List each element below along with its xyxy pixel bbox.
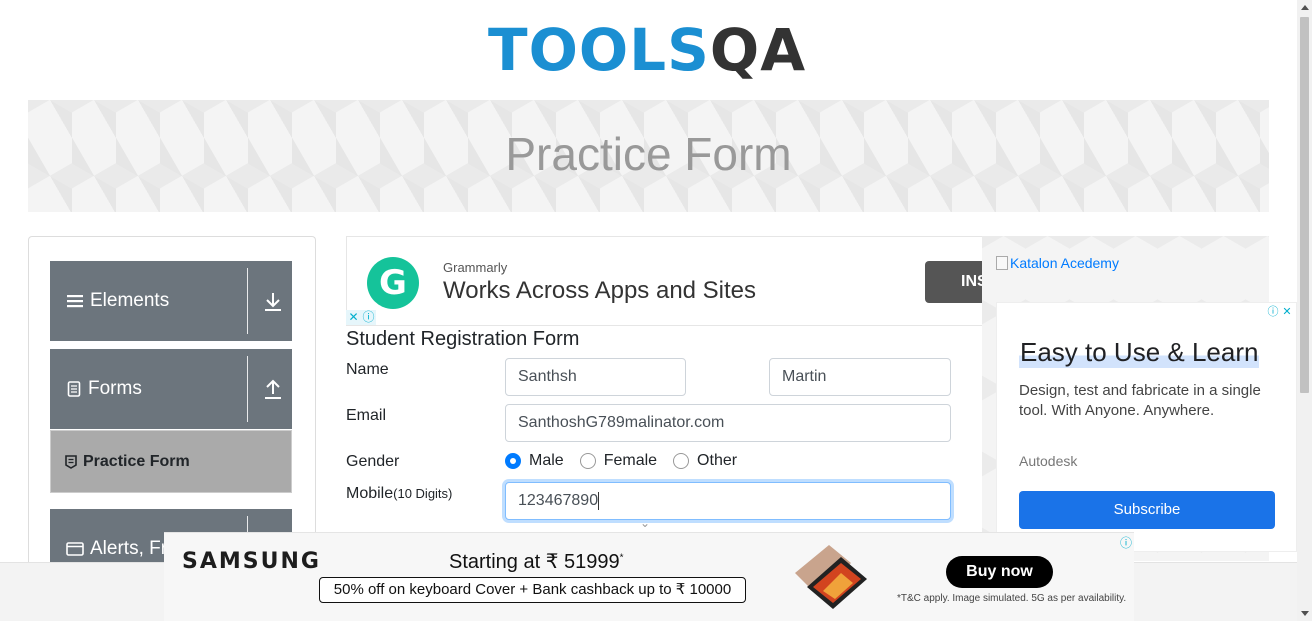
page-scrollbar[interactable]: [1297, 0, 1312, 621]
sidebar: Elements Forms Practice Form Alerts, Fr: [28, 236, 316, 589]
first-name-input[interactable]: Santhsh: [505, 358, 686, 396]
autodesk-ad[interactable]: ⓘ ✕ Easy to Use & Learn Design, test and …: [996, 302, 1297, 552]
tablet-image: [795, 545, 867, 609]
ad-close-icon[interactable]: ✕: [346, 310, 361, 325]
mobile-label-text: Mobile: [346, 485, 394, 502]
menu-icon: [67, 295, 83, 308]
form-icon: [65, 455, 77, 469]
buy-now-button[interactable]: Buy now: [946, 556, 1053, 588]
gender-radio-other[interactable]: Other: [673, 452, 737, 470]
sidebar-group-label: Forms: [66, 378, 142, 400]
sidebar-group-elements-label: Elements: [90, 290, 170, 311]
name-label: Name: [346, 361, 389, 378]
page-banner: Practice Form: [28, 100, 1269, 212]
ad-body: Design, test and fabricate in a single t…: [1019, 382, 1261, 419]
form-title: Student Registration Form: [346, 328, 580, 350]
scroll-down-arrow-icon[interactable]: [1301, 611, 1309, 616]
last-name-input[interactable]: Martin: [769, 358, 951, 396]
ad-info-icon[interactable]: ⓘ: [1266, 305, 1280, 319]
sidebar-item-practice-form-label: Practice Form: [83, 453, 190, 470]
ad-headline: Works Across Apps and Sites: [443, 277, 757, 304]
scrollbar-thumb[interactable]: [1300, 17, 1309, 393]
sidebar-group-alerts-label: Alerts, Fr: [90, 538, 168, 559]
divider: [247, 268, 248, 334]
radio-checked-icon[interactable]: [505, 453, 521, 469]
email-input[interactable]: SanthoshG789malinator.com: [505, 404, 951, 442]
ad-price-headline: Starting at ₹ 51999*: [449, 549, 624, 574]
page-title: Practice Form: [505, 128, 792, 180]
logo-text-tools: TOOLS: [488, 16, 710, 84]
ad-price-text: Starting at ₹ 51999: [449, 551, 620, 573]
ad-info-icon[interactable]: ⓘ: [1120, 534, 1132, 551]
radio-unchecked-icon[interactable]: [579, 453, 596, 469]
ad-brand: Autodesk: [1019, 453, 1078, 469]
chevron-down-icon: ⌄: [640, 516, 651, 530]
samsung-logo: SAMSUNG: [182, 549, 321, 574]
window-icon: [66, 542, 84, 556]
gender-radio-male[interactable]: Male: [505, 452, 564, 470]
ad-price-mark: *: [619, 552, 624, 564]
gender-female-label[interactable]: Female: [604, 452, 657, 470]
scroll-up-arrow-icon[interactable]: [1301, 5, 1309, 10]
sidebar-item-practice-form[interactable]: Practice Form: [50, 430, 292, 493]
ad-install-button[interactable]: INS: [925, 261, 982, 303]
ad-close-icon[interactable]: ✕: [1280, 305, 1294, 319]
mobile-input[interactable]: 123467890: [505, 482, 951, 520]
radio-unchecked-icon[interactable]: [673, 453, 690, 469]
ad-headline: Easy to Use & Learn: [1019, 337, 1260, 368]
sidebar-group-forms-label: Forms: [88, 378, 142, 399]
document-icon: [67, 381, 81, 397]
sidebar-group-forms[interactable]: Forms: [50, 349, 292, 429]
mobile-label: Mobile(10 Digits): [346, 485, 452, 503]
logo-text: TOOLSQA: [488, 20, 806, 80]
mobile-value: 123467890: [518, 492, 599, 509]
ad-brand: Grammarly: [443, 260, 508, 275]
ad-choices[interactable]: ✕ ⓘ: [346, 310, 378, 325]
sidebar-group-label: Alerts, Fr: [66, 538, 167, 560]
gender-label: Gender: [346, 453, 400, 470]
sidebar-group-label: Elements: [66, 290, 169, 312]
gender-male-label[interactable]: Male: [529, 452, 564, 470]
ad-info-icon[interactable]: ⓘ: [361, 310, 376, 325]
mobile-hint: (10 Digits): [393, 486, 453, 501]
katalon-ad-image[interactable]: Katalon Acedemy: [996, 255, 1119, 271]
katalon-alt-text[interactable]: Katalon Acedemy: [1010, 255, 1119, 271]
sidebar-group-elements[interactable]: Elements: [50, 261, 292, 341]
upload-arrow-icon[interactable]: [262, 377, 284, 401]
gender-other-label[interactable]: Other: [697, 452, 737, 470]
logo-text-qa: QA: [709, 16, 807, 84]
page: TOOLSQA Practice Form Elements Forms Pra…: [0, 0, 1312, 621]
ad-choices[interactable]: ⓘ ✕: [1266, 305, 1294, 319]
grammarly-ad[interactable]: G Grammarly Works Across Apps and Sites …: [346, 236, 982, 326]
text-cursor: [598, 491, 600, 510]
broken-image-icon: [996, 256, 1008, 270]
download-arrow-icon[interactable]: [262, 289, 284, 313]
ad-offer: 50% off on keyboard Cover + Bank cashbac…: [319, 577, 746, 603]
gender-radio-group: Male Female Other: [505, 452, 753, 470]
ad-terms: *T&C apply. Image simulated. 5G as per a…: [897, 593, 1127, 604]
samsung-ad[interactable]: SAMSUNG Starting at ₹ 51999* 50% off on …: [164, 532, 1134, 621]
grammarly-logo-icon: G: [367, 257, 419, 309]
sidebar-item-label: Practice Form: [65, 453, 190, 471]
toolsqa-logo[interactable]: TOOLSQA: [488, 14, 818, 92]
subscribe-button[interactable]: Subscribe: [1019, 491, 1275, 529]
gender-radio-female[interactable]: Female: [579, 452, 657, 470]
divider: [247, 356, 248, 422]
email-label: Email: [346, 407, 387, 424]
